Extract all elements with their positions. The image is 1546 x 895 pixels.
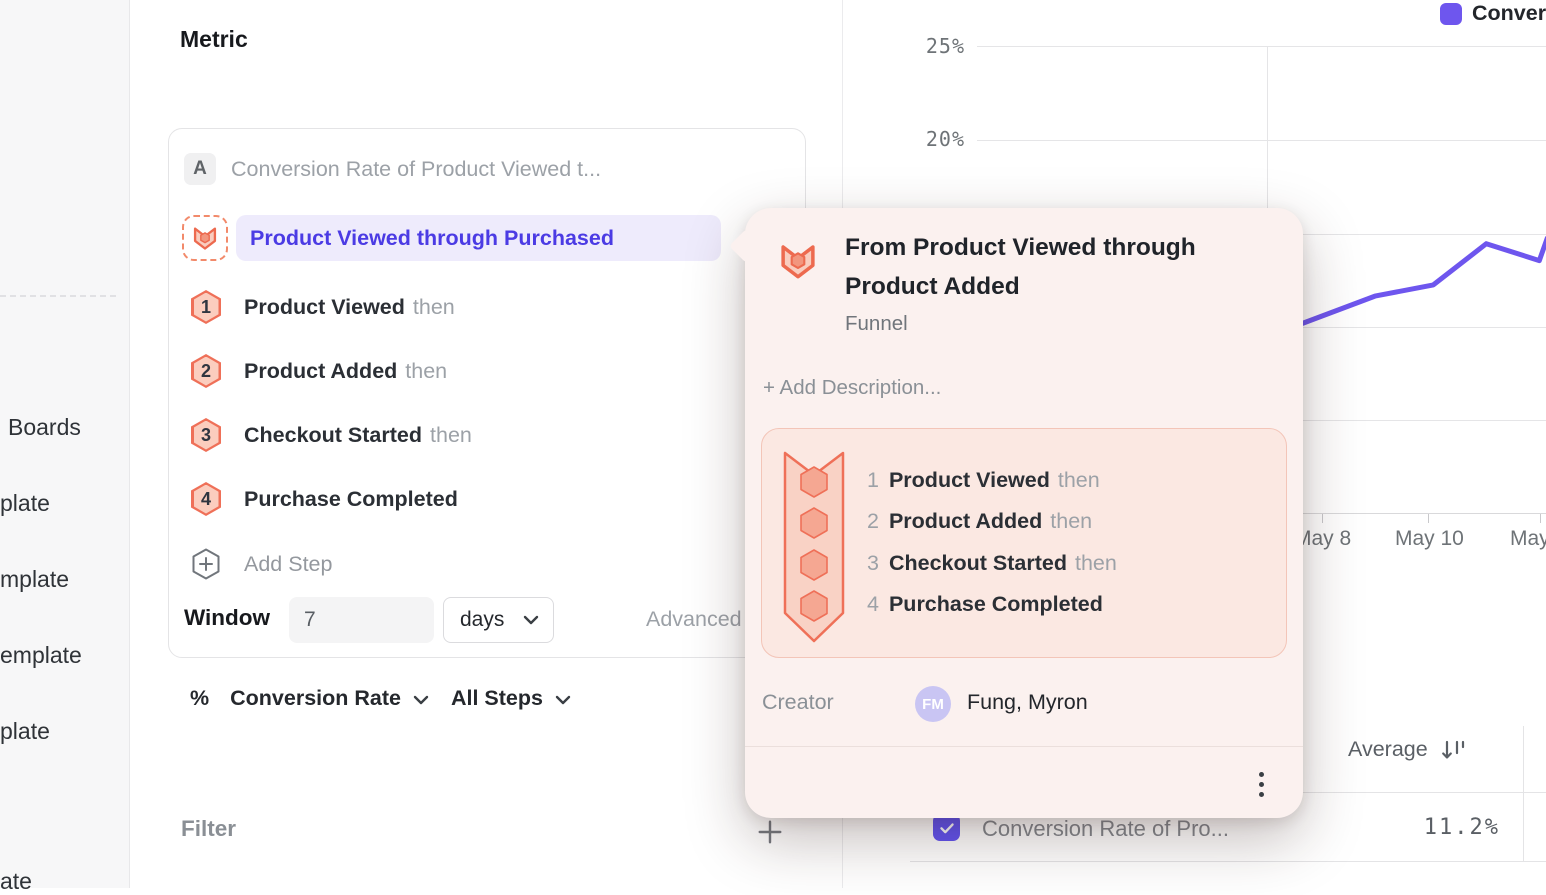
average-header-label: Average xyxy=(1348,737,1428,762)
sidebar-item-template-5[interactable]: ate xyxy=(0,868,32,895)
measure-type-dropdown[interactable]: Conversion Rate xyxy=(230,686,401,711)
advanced-link[interactable]: Advanced xyxy=(646,607,742,632)
x-axis-tick xyxy=(1540,514,1541,523)
table-row-label[interactable]: Conversion Rate of Pro... xyxy=(982,816,1229,842)
series-title[interactable]: Conversion Rate of Product Viewed t... xyxy=(231,157,601,182)
funnel-step-row[interactable]: 1 Product Viewed then xyxy=(191,290,455,324)
step-connector: then xyxy=(405,359,447,383)
funnel-details-popover: From Product Viewed through Product Adde… xyxy=(745,208,1303,818)
add-step-label: Add Step xyxy=(244,552,332,577)
metric-section-heading: Metric xyxy=(180,26,248,53)
popover-title: From Product Viewed through Product Adde… xyxy=(845,228,1235,306)
funnel-metric-selector[interactable]: Product Viewed through Purchased xyxy=(236,215,721,261)
window-unit-value: days xyxy=(460,608,523,632)
sidebar-item-boards[interactable]: Boards xyxy=(8,414,81,441)
table-header-average[interactable]: Average xyxy=(1348,737,1466,762)
x-axis-tick xyxy=(1322,514,1323,523)
legend-swatch xyxy=(1440,3,1462,25)
x-axis-tick-label: May xyxy=(1510,527,1546,551)
funnel-icon xyxy=(777,240,819,287)
creator-label: Creator xyxy=(762,690,834,715)
add-step-button[interactable]: Add Step xyxy=(191,547,332,581)
step-number-badge: 2 xyxy=(191,354,221,388)
chevron-down-icon xyxy=(523,615,539,625)
funnel-step-row[interactable]: 4 Purchase Completed xyxy=(191,482,458,516)
step-connector: then xyxy=(413,295,455,319)
steps-scope-dropdown[interactable]: All Steps xyxy=(451,686,543,711)
step-number-badge: 1 xyxy=(191,290,221,324)
gridline xyxy=(977,46,1546,47)
sidebar-item-template-3[interactable]: emplate xyxy=(0,642,82,669)
step-number-badge: 3 xyxy=(191,418,221,452)
window-unit-select[interactable]: days xyxy=(443,597,554,643)
table-column-divider xyxy=(1523,726,1524,862)
funnel-step-row[interactable]: 3 Checkout Started then xyxy=(191,418,472,452)
add-step-hexagon-icon xyxy=(191,547,221,581)
y-axis-tick-label: 25% xyxy=(919,34,965,58)
add-description-button[interactable]: + Add Description... xyxy=(763,376,941,400)
popover-step: 4Purchase Completed xyxy=(867,592,1103,617)
popover-type-label: Funnel xyxy=(845,312,908,336)
table-row-average-value: 11.2% xyxy=(1400,815,1500,840)
x-axis-tick xyxy=(1428,514,1429,523)
step-name: Purchase Completed xyxy=(244,487,458,511)
sidebar: Boards plate mplate emplate plate ate xyxy=(0,0,130,888)
chevron-down-icon xyxy=(555,695,571,705)
step-name: Product Viewed xyxy=(244,295,405,319)
measure-controls: % Conversion Rate All Steps xyxy=(190,686,571,711)
funnel-step-row[interactable]: 2 Product Added then xyxy=(191,354,447,388)
percent-symbol: % xyxy=(190,686,209,711)
more-options-button[interactable] xyxy=(1251,768,1272,801)
sort-descending-icon xyxy=(1440,738,1466,762)
window-label: Window xyxy=(184,605,270,631)
popover-step: 1Product Viewedthen xyxy=(867,468,1100,493)
step-name: Product Added xyxy=(244,359,397,383)
series-checkbox[interactable] xyxy=(933,814,960,841)
series-badge: A xyxy=(184,153,216,185)
popover-step: 3Checkout Startedthen xyxy=(867,551,1117,576)
sidebar-divider xyxy=(0,295,116,297)
step-connector: then xyxy=(430,423,472,447)
table-row-divider xyxy=(910,861,1546,862)
gridline xyxy=(977,140,1546,141)
sidebar-item-template-4[interactable]: plate xyxy=(0,718,50,745)
metric-card: A Conversion Rate of Product Viewed t...… xyxy=(168,128,806,658)
plus-icon xyxy=(756,818,784,846)
avatar: FM xyxy=(915,686,951,722)
funnel-metric-icon xyxy=(182,215,228,261)
sidebar-item-template-2[interactable]: mplate xyxy=(0,566,69,593)
window-value-input[interactable] xyxy=(289,597,434,643)
y-axis-tick-label: 20% xyxy=(919,127,965,151)
sidebar-item-template-1[interactable]: plate xyxy=(0,490,50,517)
creator-name: Fung, Myron xyxy=(967,690,1088,715)
conversion-line xyxy=(1296,238,1546,326)
funnel-steps-box: 1Product Viewedthen 2Product Addedthen 3… xyxy=(761,428,1287,658)
step-number-badge: 4 xyxy=(191,482,221,516)
filter-section-heading: Filter xyxy=(181,816,236,842)
popover-step: 2Product Addedthen xyxy=(867,509,1092,534)
chart-legend-item[interactable]: Conver xyxy=(1440,1,1546,26)
add-filter-button[interactable] xyxy=(756,818,784,851)
funnel-icon xyxy=(191,224,219,252)
step-name: Checkout Started xyxy=(244,423,422,447)
funnel-banner-icon xyxy=(780,445,848,645)
x-axis-tick-label: May 10 xyxy=(1395,527,1464,551)
chevron-down-icon xyxy=(413,695,429,705)
popover-divider xyxy=(745,746,1303,747)
legend-label: Conver xyxy=(1472,1,1546,26)
checkmark-icon xyxy=(938,819,956,837)
